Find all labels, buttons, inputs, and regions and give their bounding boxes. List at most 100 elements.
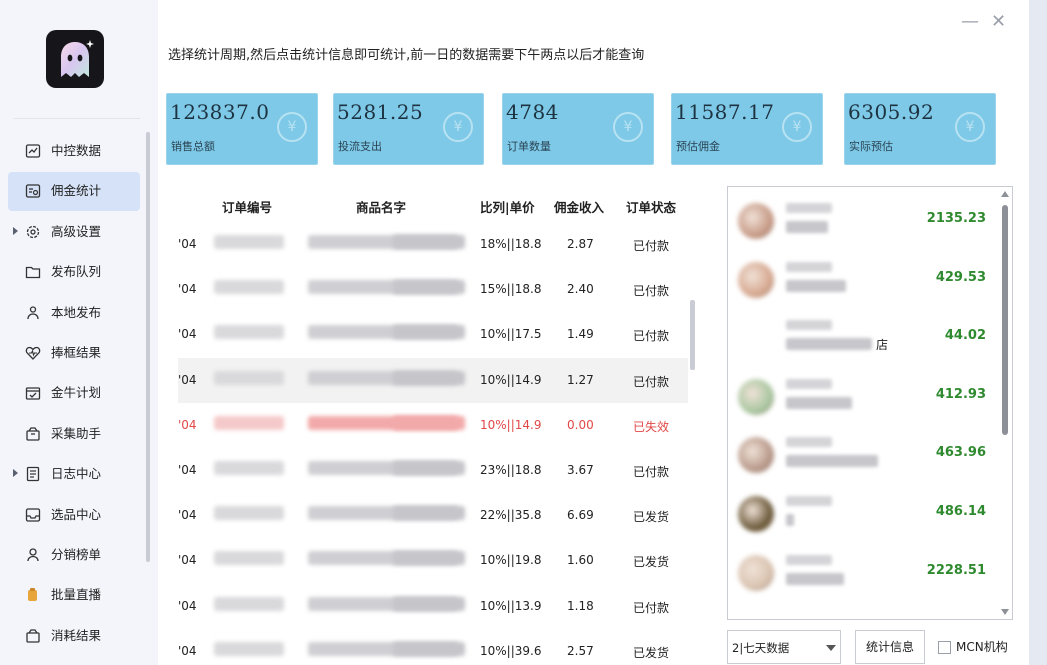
mcn-checkbox[interactable] — [938, 641, 951, 654]
commission-cell: 0.00 — [567, 417, 594, 432]
sidebar-item-11[interactable]: 批量直播 — [0, 575, 146, 615]
account-item[interactable]: 463.96 — [728, 421, 998, 479]
period-select[interactable]: 2|七天数据 — [727, 630, 841, 664]
redacted-product-name-part — [393, 325, 465, 340]
stat-card-label: 实际预估 — [849, 140, 893, 153]
redacted-product-name-part — [393, 370, 465, 385]
table-row[interactable]: '04 10%||14.9 0.00 已失效 — [178, 403, 688, 448]
col-commission: 佣金收入 — [554, 200, 605, 215]
redacted-product-name-part — [393, 641, 465, 656]
account-amount: 2135.23 — [926, 211, 986, 226]
redacted-account-name — [786, 554, 832, 565]
redacted-order-id — [214, 460, 284, 475]
minimize-button[interactable]: — — [961, 12, 979, 32]
stat-card-value: 123837.0 — [170, 100, 270, 124]
close-button[interactable]: ✕ — [991, 12, 1006, 32]
ratio-price-cell: 10%||19.8 — [480, 553, 542, 568]
stat-card-4: 6305.92 实际预估 ¥ — [844, 93, 996, 165]
ratio-price-cell: 18%||18.8 — [480, 237, 542, 251]
redacted-product-name-part — [393, 460, 465, 475]
account-item[interactable]: 412.93 — [728, 363, 998, 421]
sidebar-scrollbar[interactable] — [146, 132, 150, 562]
redacted-account-name — [786, 320, 832, 331]
app-logo — [46, 30, 104, 88]
ratio-price-cell: 22%||35.8 — [480, 508, 542, 523]
heart-pulse-icon — [25, 345, 41, 361]
yuan-coin-icon: ¥ — [277, 112, 307, 142]
sidebar-item-4[interactable]: 本地发布 — [0, 293, 146, 333]
scroll-up-arrow-icon[interactable] — [1001, 191, 1009, 197]
redacted-product-name-part — [393, 596, 465, 611]
instruction-text: 选择统计周期,然后点击统计信息即可统计,前一日的数据需要下午两点以后才能查询 — [168, 48, 645, 63]
account-avatar — [738, 203, 774, 239]
order-id-prefix: '04 — [178, 327, 197, 342]
col-order-id: 订单编号 — [222, 200, 273, 215]
ratio-price-cell: 23%||18.8 — [480, 462, 542, 477]
table-row[interactable]: '04 23%||18.8 3.67 已付款 — [178, 448, 688, 493]
table-row[interactable]: '04 10%||17.5 1.49 已付款 — [178, 312, 688, 357]
ranking-icon — [25, 547, 41, 563]
table-row[interactable]: '04 10%||19.8 1.60 已发货 — [178, 538, 688, 583]
account-suffix: 店 — [876, 338, 889, 353]
table-row[interactable]: '04 10%||13.9 1.18 已付款 — [178, 584, 688, 629]
sidebar-item-0[interactable]: 中控数据 — [0, 131, 146, 171]
account-item[interactable]: 店 44.02 — [728, 304, 998, 362]
sidebar-item-label: 本地发布 — [51, 304, 102, 320]
table-row[interactable]: '04 10%||14.9 1.27 已付款 — [178, 357, 688, 403]
sidebar-item-9[interactable]: 选品中心 — [0, 495, 146, 535]
sidebar-item-8[interactable]: 日志中心 — [0, 454, 146, 494]
order-id-prefix: '04 — [178, 553, 197, 568]
sidebar-item-3[interactable]: 发布队列 — [0, 252, 146, 292]
commission-cell: 1.18 — [567, 598, 594, 613]
ratio-price-cell: 10%||13.9 — [480, 598, 542, 613]
account-amount: 44.02 — [944, 328, 986, 344]
redacted-product-name-part — [393, 551, 465, 566]
stat-card-label: 预估佣金 — [676, 140, 720, 153]
redacted-account-detail — [786, 396, 852, 409]
account-scrollbar[interactable] — [1000, 191, 1010, 615]
account-panel: 2135.23 429.53 店 44.02 412.93 463.96 486.14 222… — [727, 186, 1013, 620]
table-row[interactable]: '04 18%||18.8 2.87 已付款 — [178, 222, 688, 267]
account-item[interactable]: 486.14 — [728, 480, 998, 538]
sidebar-item-10[interactable]: 分销榜单 — [0, 535, 146, 575]
sidebar-item-2[interactable]: 高级设置 — [0, 212, 146, 252]
account-item[interactable]: 2135.23 — [728, 187, 998, 245]
expand-arrow-icon[interactable] — [13, 469, 18, 478]
expand-arrow-icon[interactable] — [13, 226, 18, 235]
redacted-order-id — [214, 325, 284, 340]
sidebar-item-label: 中控数据 — [51, 143, 102, 158]
sidebar-item-7[interactable]: 采集助手 — [0, 414, 146, 454]
sidebar-item-label: 捧框结果 — [51, 344, 102, 360]
sidebar-item-label: 消耗结果 — [51, 627, 102, 643]
chart-line-icon — [25, 143, 41, 159]
col-ratio-price: 比列|单价 — [480, 200, 535, 215]
stat-card-1: 5281.25 投流支出 ¥ — [333, 93, 484, 165]
sidebar-item-12[interactable]: 消耗结果 — [0, 616, 146, 656]
status-cell: 已付款 — [633, 464, 670, 479]
redacted-account-name — [786, 261, 832, 272]
stat-card-label: 销售总额 — [171, 140, 215, 153]
sidebar-item-label: 日志中心 — [51, 466, 102, 482]
yuan-coin-icon: ¥ — [613, 112, 643, 142]
log-document-icon — [25, 466, 41, 482]
account-item[interactable]: 429.53 — [728, 246, 998, 304]
sidebar-item-label: 佣金统计 — [51, 183, 102, 199]
scroll-down-arrow-icon[interactable] — [1001, 609, 1009, 615]
stat-info-button[interactable]: 统计信息 — [855, 630, 925, 664]
sidebar-item-6[interactable]: 金牛计划 — [0, 373, 146, 413]
table-row[interactable]: '04 15%||18.8 2.40 已付款 — [178, 267, 688, 312]
sidebar-item-label: 选品中心 — [51, 506, 102, 522]
account-item[interactable]: 2228.51 — [728, 539, 998, 597]
sidebar-item-5[interactable]: 捧框结果 — [0, 333, 146, 373]
redacted-account-name — [786, 496, 832, 506]
redacted-order-id — [214, 235, 284, 249]
status-cell: 已发货 — [633, 555, 670, 570]
order-id-prefix: '04 — [178, 417, 197, 432]
sidebar-item-1[interactable]: 佣金统计 — [0, 171, 146, 211]
scroll-thumb[interactable] — [1002, 205, 1008, 435]
table-row[interactable]: '04 22%||35.8 6.69 已发货 — [178, 493, 688, 538]
table-scrollbar[interactable] — [690, 300, 695, 370]
yuan-coin-icon: ¥ — [443, 112, 473, 142]
redacted-account-detail — [786, 221, 828, 233]
table-row[interactable]: '04 10%||39.6 2.57 已发货 — [178, 629, 688, 665]
